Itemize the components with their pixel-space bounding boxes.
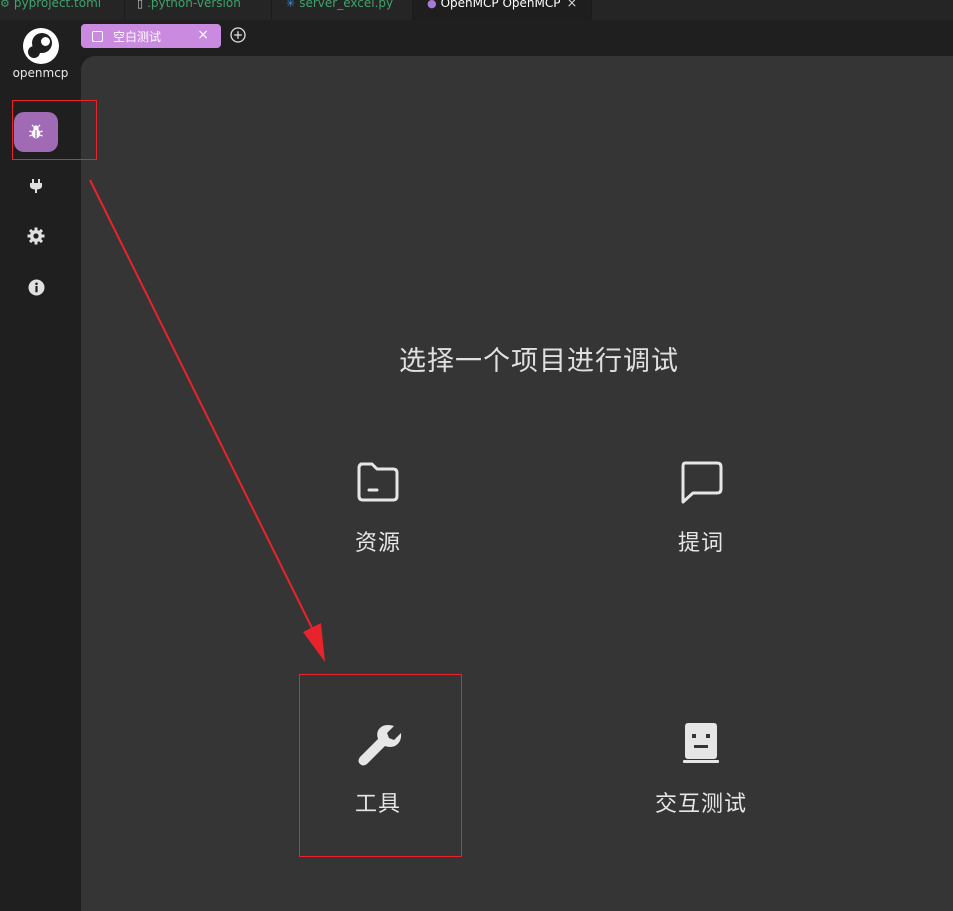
card-label: 资源 [354,531,401,556]
card-interactive-test[interactable]: 交互测试 [621,720,781,818]
app-root: ⚙ pyproject.toml ▯ .python-version ✳ ser… [0,0,953,911]
editor-tab-server-excel[interactable]: ✳ server_excel.py [272,0,413,20]
card-label: 工具 [354,792,401,817]
close-project-tab-button[interactable]: × [197,27,209,43]
editor-tab-label: pyproject.toml [13,0,102,10]
sidebar-item-debug[interactable] [14,112,58,152]
python-icon: ✳ [286,0,296,10]
sidebar-item-about[interactable] [14,267,58,307]
logo-text: openmcp [12,66,69,80]
file-icon: ▯ [137,0,144,10]
main-panel: 选择一个项目进行调试 资源 提词 工具 交互测试 [81,56,953,911]
card-label: 交互测试 [654,792,747,817]
editor-tab-label: OpenMCP OpenMCP [440,0,561,10]
editor-tab-pyproject[interactable]: ⚙ pyproject.toml [0,0,125,20]
page-title: 选择一个项目进行调试 [399,346,679,377]
openmcp-icon: ● [427,0,437,10]
folder-icon [357,462,399,502]
editor-tab-label: server_excel.py [299,0,394,10]
sidebar-item-connect[interactable] [14,166,58,206]
card-tools[interactable]: 工具 [298,720,458,818]
editor-tab-label: .python-version [147,0,241,10]
plug-icon [30,179,42,193]
add-tab-icon[interactable] [230,27,246,43]
close-tab-button[interactable]: × [566,0,577,11]
editor-tab-openmcp[interactable]: ● OpenMCP OpenMCP × [413,0,592,20]
sidebar: openmcp [0,20,81,911]
gear-icon [27,227,45,245]
card-label: 提词 [677,531,724,556]
project-tab-blank-test[interactable]: 空白测试 × [81,24,221,48]
project-tab-row: 空白测试 × [81,20,953,56]
project-tab-label: 空白测试 [113,29,162,44]
chat-icon [681,461,723,504]
square-icon [92,30,103,42]
info-icon [28,279,44,295]
card-resources[interactable]: 资源 [298,459,458,557]
openmcp-logo-icon [23,28,59,64]
sidebar-item-settings[interactable] [14,216,58,256]
card-prompts[interactable]: 提词 [621,459,781,557]
editor-tab-strip: ⚙ pyproject.toml ▯ .python-version ✳ ser… [0,0,953,20]
wrench-icon [358,725,402,766]
editor-tab-python-version[interactable]: ▯ .python-version [125,0,272,20]
bug-icon [29,124,43,139]
gear-icon: ⚙ [0,0,10,10]
robot-icon [683,723,719,763]
